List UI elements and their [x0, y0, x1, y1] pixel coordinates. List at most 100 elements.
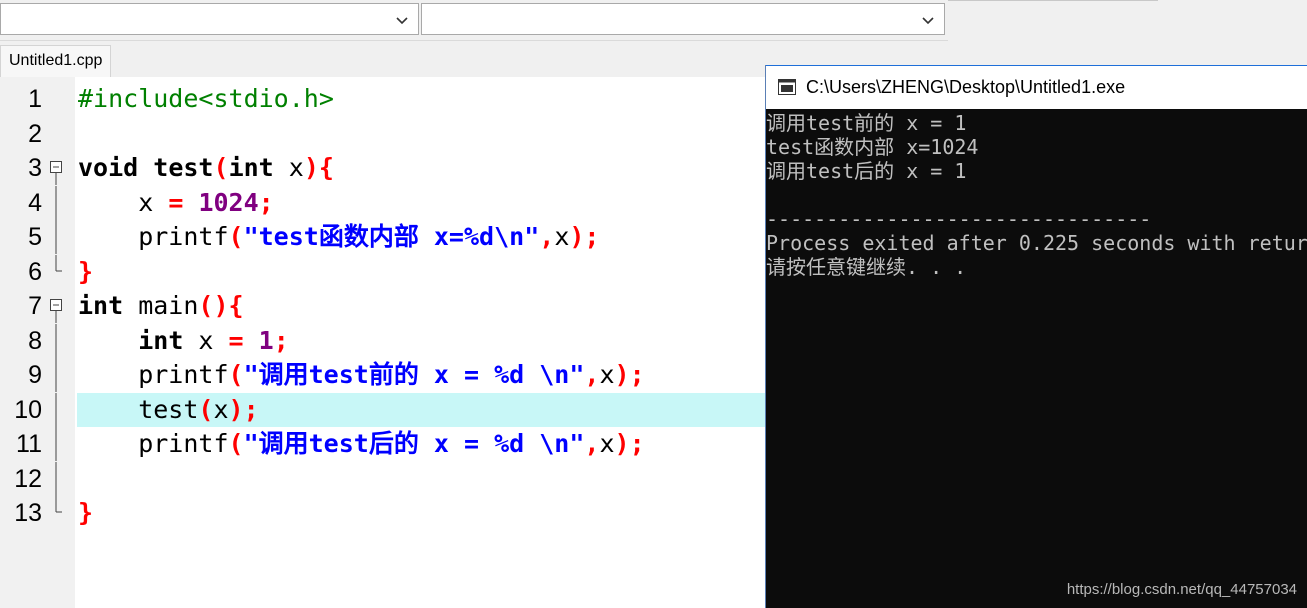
code-line[interactable]: 7 int main(){: [0, 289, 765, 323]
code-line[interactable]: 12: [0, 461, 765, 496]
code-token: ;: [273, 325, 289, 355]
code-line[interactable]: 11 printf("调用test后的 x = %d \n",x);: [0, 427, 765, 461]
code-token: =: [168, 187, 184, 217]
line-number: 8: [28, 326, 42, 355]
code-token: x: [554, 222, 570, 251]
line-number: 7: [28, 292, 42, 320]
code-token: (){: [198, 291, 244, 320]
line-number: 13: [14, 499, 42, 527]
code-token: x: [213, 394, 229, 424]
editor-tab-strip: Untitled1.cpp: [0, 41, 765, 78]
code-token: (: [213, 153, 229, 182]
tab-untitled1-cpp[interactable]: Untitled1.cpp: [0, 45, 112, 78]
code-line[interactable]: 3 void test(int x){: [0, 151, 765, 185]
code-token: (: [228, 222, 244, 251]
function-selector-dropdown[interactable]: [421, 3, 945, 35]
fold-guide-line: [55, 185, 57, 220]
code-token: printf: [78, 360, 229, 389]
code-token: void: [78, 153, 139, 182]
console-app-icon: [778, 79, 796, 95]
line-number: 3: [28, 154, 42, 182]
code-token: ;: [258, 187, 274, 217]
code-token: );: [614, 429, 645, 458]
code-token: ,: [539, 222, 555, 251]
code-token: printf: [78, 222, 229, 251]
code-text: int x = 1;: [77, 324, 765, 358]
code-token: ,: [584, 429, 600, 458]
code-text: test(x);: [77, 392, 765, 427]
code-token: );: [614, 360, 645, 389]
console-output-line: 调用test后的 x = 1: [766, 159, 967, 183]
line-number: 4: [28, 188, 42, 217]
console-title-bar[interactable]: C:\Users\ZHENG\Desktop\Untitled1.exe: [766, 65, 1307, 109]
code-line[interactable]: 9 printf("调用test前的 x = %d \n",x);: [0, 358, 765, 392]
console-output-line: Process exited after 0.225 seconds with …: [766, 231, 1307, 255]
code-text: }: [77, 496, 765, 530]
code-token: test: [78, 394, 199, 424]
code-line[interactable]: 6}: [0, 254, 765, 289]
code-token: "调用test后的 x = %d \n": [243, 429, 585, 458]
code-token: x: [78, 187, 169, 217]
line-number: 9: [28, 361, 42, 389]
code-text: printf("调用test前的 x = %d \n",x);: [77, 358, 765, 392]
code-token: (: [228, 429, 244, 458]
code-token: 1: [258, 325, 274, 355]
chevron-down-icon: [396, 17, 408, 25]
fold-collapse-icon[interactable]: [48, 151, 64, 185]
code-token: int: [78, 291, 124, 320]
class-selector-dropdown[interactable]: [0, 3, 419, 35]
code-token: ,: [584, 360, 600, 389]
code-token: (: [228, 360, 244, 389]
code-token: x: [599, 360, 615, 389]
code-token: x: [273, 153, 304, 182]
console-window[interactable]: C:\Users\ZHENG\Desktop\Untitled1.exe 调用t…: [765, 65, 1307, 608]
toolbar-divider: [948, 0, 1158, 1]
code-text: int main(){: [77, 289, 765, 323]
code-line[interactable]: 1 #include<stdio.h>: [0, 82, 765, 116]
fold-guide-line: [55, 461, 57, 496]
code-token: #include<stdio.h>: [78, 84, 334, 113]
code-token: int: [138, 325, 184, 355]
fold-collapse-icon[interactable]: [48, 289, 64, 323]
line-number: 12: [14, 464, 42, 493]
console-output-line: 调用test前的 x = 1: [766, 111, 967, 135]
chevron-down-icon: [922, 17, 934, 25]
line-number: 2: [28, 119, 42, 148]
fold-end-marker: [55, 496, 62, 513]
line-number: 10: [14, 395, 42, 424]
code-line[interactable]: 13}: [0, 496, 765, 530]
code-text: printf("调用test后的 x = %d \n",x);: [77, 427, 765, 461]
watermark: https://blog.csdn.net/qq_44757034: [1066, 581, 1297, 598]
code-text: x = 1024;: [77, 186, 765, 220]
code-token: 1024: [198, 187, 259, 217]
code-token: }: [78, 256, 94, 286]
fold-guide-line: [55, 220, 57, 254]
line-number: 6: [28, 257, 42, 286]
code-line[interactable]: 10 test(x);: [0, 392, 765, 427]
code-token: "test函数内部 x=%d\n": [243, 222, 540, 251]
fold-end-marker: [55, 254, 62, 271]
code-text: #include<stdio.h>: [77, 82, 765, 116]
code-token: "调用test前的 x = %d \n": [243, 360, 585, 389]
console-output-line: test函数内部 x=1024: [766, 135, 979, 159]
tab-label: Untitled1.cpp: [9, 52, 103, 69]
code-text: }: [77, 255, 765, 289]
code-token: test: [153, 153, 214, 182]
code-line[interactable]: 2: [0, 117, 765, 151]
code-line[interactable]: 4 x = 1024;: [0, 185, 765, 220]
line-number: 11: [16, 430, 42, 458]
code-token: );: [569, 222, 600, 251]
code-text: printf("test函数内部 x=%d\n",x);: [77, 220, 765, 254]
console-output: 调用test前的 x = 1 test函数内部 x=1024 调用test后的 x …: [766, 111, 1307, 591]
code-token: printf: [78, 429, 229, 458]
code-token: (: [198, 394, 214, 424]
code-line[interactable]: 5 printf("test函数内部 x=%d\n",x);: [0, 220, 765, 254]
code-editor[interactable]: 1 #include<stdio.h> 2 3 void test(int x){4 x…: [0, 77, 765, 608]
code-line[interactable]: 8 int x = 1;: [0, 323, 765, 358]
fold-guide-line: [55, 392, 57, 427]
code-token: );: [228, 394, 259, 424]
code-token: x: [599, 429, 615, 458]
